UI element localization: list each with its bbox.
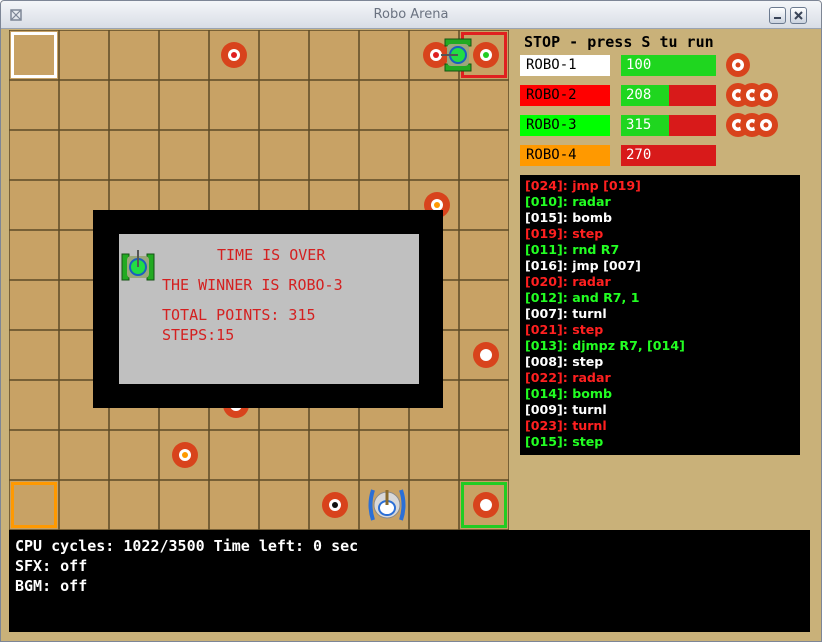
game-over-dialog: TIME IS OVER THE WINNER IS ROBO-3 TOTAL … xyxy=(119,234,419,384)
mine-icon xyxy=(473,492,499,518)
log-address: [015]: xyxy=(525,210,568,225)
log-line: [007]: turnl xyxy=(525,306,795,322)
robo-points: 270 xyxy=(626,147,652,163)
log-instruction: turnl xyxy=(567,418,607,433)
log-line: [013]: djmpz R7, [014] xyxy=(525,338,795,354)
robo-points: 208 xyxy=(626,87,652,103)
log-address: [011]: xyxy=(525,242,568,257)
log-line: [019]: step xyxy=(525,226,795,242)
mine-icon xyxy=(473,42,499,68)
log-line: [021]: step xyxy=(525,322,795,338)
log-instruction: step xyxy=(567,226,604,241)
log-address: [019]: xyxy=(525,226,568,241)
log-instruction: step xyxy=(567,434,604,449)
log-line: [011]: rnd R7 xyxy=(525,242,795,258)
cpu-cycles-line: CPU cycles: 1022/3500 Time left: 0 sec xyxy=(15,537,359,555)
log-line: [024]: jmp [019] xyxy=(525,178,795,194)
minimize-icon xyxy=(774,17,781,19)
log-instruction: rnd R7 xyxy=(567,242,620,257)
log-address: [020]: xyxy=(525,274,568,289)
log-line: [008]: step xyxy=(525,354,795,370)
log-address: [022]: xyxy=(525,370,568,385)
time-over-text: TIME IS OVER xyxy=(217,246,326,264)
total-points-text: TOTAL POINTS: 315 xyxy=(162,306,316,324)
log-instruction: djmpz R7, [014] xyxy=(567,338,685,353)
window-title: Robo Arena xyxy=(373,7,449,22)
close-button[interactable] xyxy=(790,7,807,24)
log-instruction: bomb xyxy=(567,210,613,225)
console-panel: CPU cycles: 1022/3500 Time left: 0 sec S… xyxy=(9,530,810,632)
mine-icon xyxy=(221,42,247,68)
robo-name: ROBO-3 xyxy=(520,115,610,136)
winner-text: THE WINNER IS ROBO-3 xyxy=(162,276,343,294)
winner-tank-icon xyxy=(121,250,155,281)
mine-icon xyxy=(172,442,198,468)
log-address: [024]: xyxy=(525,178,568,193)
log-line: [010]: radar xyxy=(525,194,795,210)
health-bar: 100 xyxy=(621,55,716,76)
mine-icon xyxy=(473,342,499,368)
robo-name: ROBO-4 xyxy=(520,145,610,166)
log-line: [023]: turnl xyxy=(525,418,795,434)
health-bar: 315 xyxy=(621,115,716,136)
log-instruction: step xyxy=(567,354,604,369)
log-instruction: turnl xyxy=(567,402,607,417)
bgm-line: BGM: off xyxy=(15,577,88,595)
log-address: [009]: xyxy=(525,402,568,417)
log-line: [014]: bomb xyxy=(525,386,795,402)
log-address: [013]: xyxy=(525,338,568,353)
life-icon xyxy=(754,83,778,107)
log-instruction: step xyxy=(567,322,604,337)
log-address: [014]: xyxy=(525,386,568,401)
instruction-log[interactable]: [024]: jmp [019] [010]: radar [015]: bomb[… xyxy=(520,175,800,455)
game-over-overlay: TIME IS OVER THE WINNER IS ROBO-3 TOTAL … xyxy=(93,210,443,408)
close-icon xyxy=(794,11,803,20)
title-bar[interactable]: Robo Arena xyxy=(1,1,821,29)
run-status: STOP - press S tu run xyxy=(524,33,714,51)
robo-name: ROBO-1 xyxy=(520,55,610,76)
robo-arena-window: Robo Arena TIME IS OVER THE WINNER IS RO… xyxy=(0,0,822,642)
robo-3-tank-icon xyxy=(441,38,472,72)
base-robo-1 xyxy=(11,32,57,78)
log-instruction: turnl xyxy=(567,306,607,321)
log-address: [016]: xyxy=(525,258,568,273)
robo-points: 315 xyxy=(626,117,652,133)
log-line: [012]: and R7, 1 xyxy=(525,290,795,306)
base-robo-4 xyxy=(11,482,57,528)
robo-1-tank-icon xyxy=(368,489,406,521)
log-address: [012]: xyxy=(525,290,568,305)
log-address: [021]: xyxy=(525,322,568,337)
log-instruction: bomb xyxy=(567,386,613,401)
log-line: [020]: radar xyxy=(525,274,795,290)
log-address: [015]: xyxy=(525,434,568,449)
minimize-button[interactable] xyxy=(769,7,786,24)
arena-board: TIME IS OVER THE WINNER IS ROBO-3 TOTAL … xyxy=(9,30,509,530)
mine-icon xyxy=(322,492,348,518)
life-icon xyxy=(726,53,750,77)
log-instruction: radar xyxy=(567,370,611,385)
log-instruction: jmp [007] xyxy=(567,258,641,273)
log-address: [008]: xyxy=(525,354,568,369)
robo-name: ROBO-2 xyxy=(520,85,610,106)
log-instruction: radar xyxy=(567,274,611,289)
life-icon xyxy=(754,113,778,137)
log-address: [023]: xyxy=(525,418,568,433)
log-line: [015]: step xyxy=(525,434,795,450)
log-address: [010]: xyxy=(525,194,568,209)
log-line: [022]: radar xyxy=(525,370,795,386)
health-bar: 270 xyxy=(621,145,716,166)
steps-text: STEPS:15 xyxy=(162,326,235,344)
log-line: [009]: turnl xyxy=(525,402,795,418)
robo-points: 100 xyxy=(626,57,652,73)
sfx-line: SFX: off xyxy=(15,557,88,575)
log-instruction: and R7, 1 xyxy=(567,290,640,305)
log-instruction: jmp [019] xyxy=(567,178,641,193)
health-bar: 208 xyxy=(621,85,716,106)
log-address: [007]: xyxy=(525,306,568,321)
log-line: [016]: jmp [007] xyxy=(525,258,795,274)
log-instruction: radar xyxy=(567,194,611,209)
log-line: [015]: bomb xyxy=(525,210,795,226)
